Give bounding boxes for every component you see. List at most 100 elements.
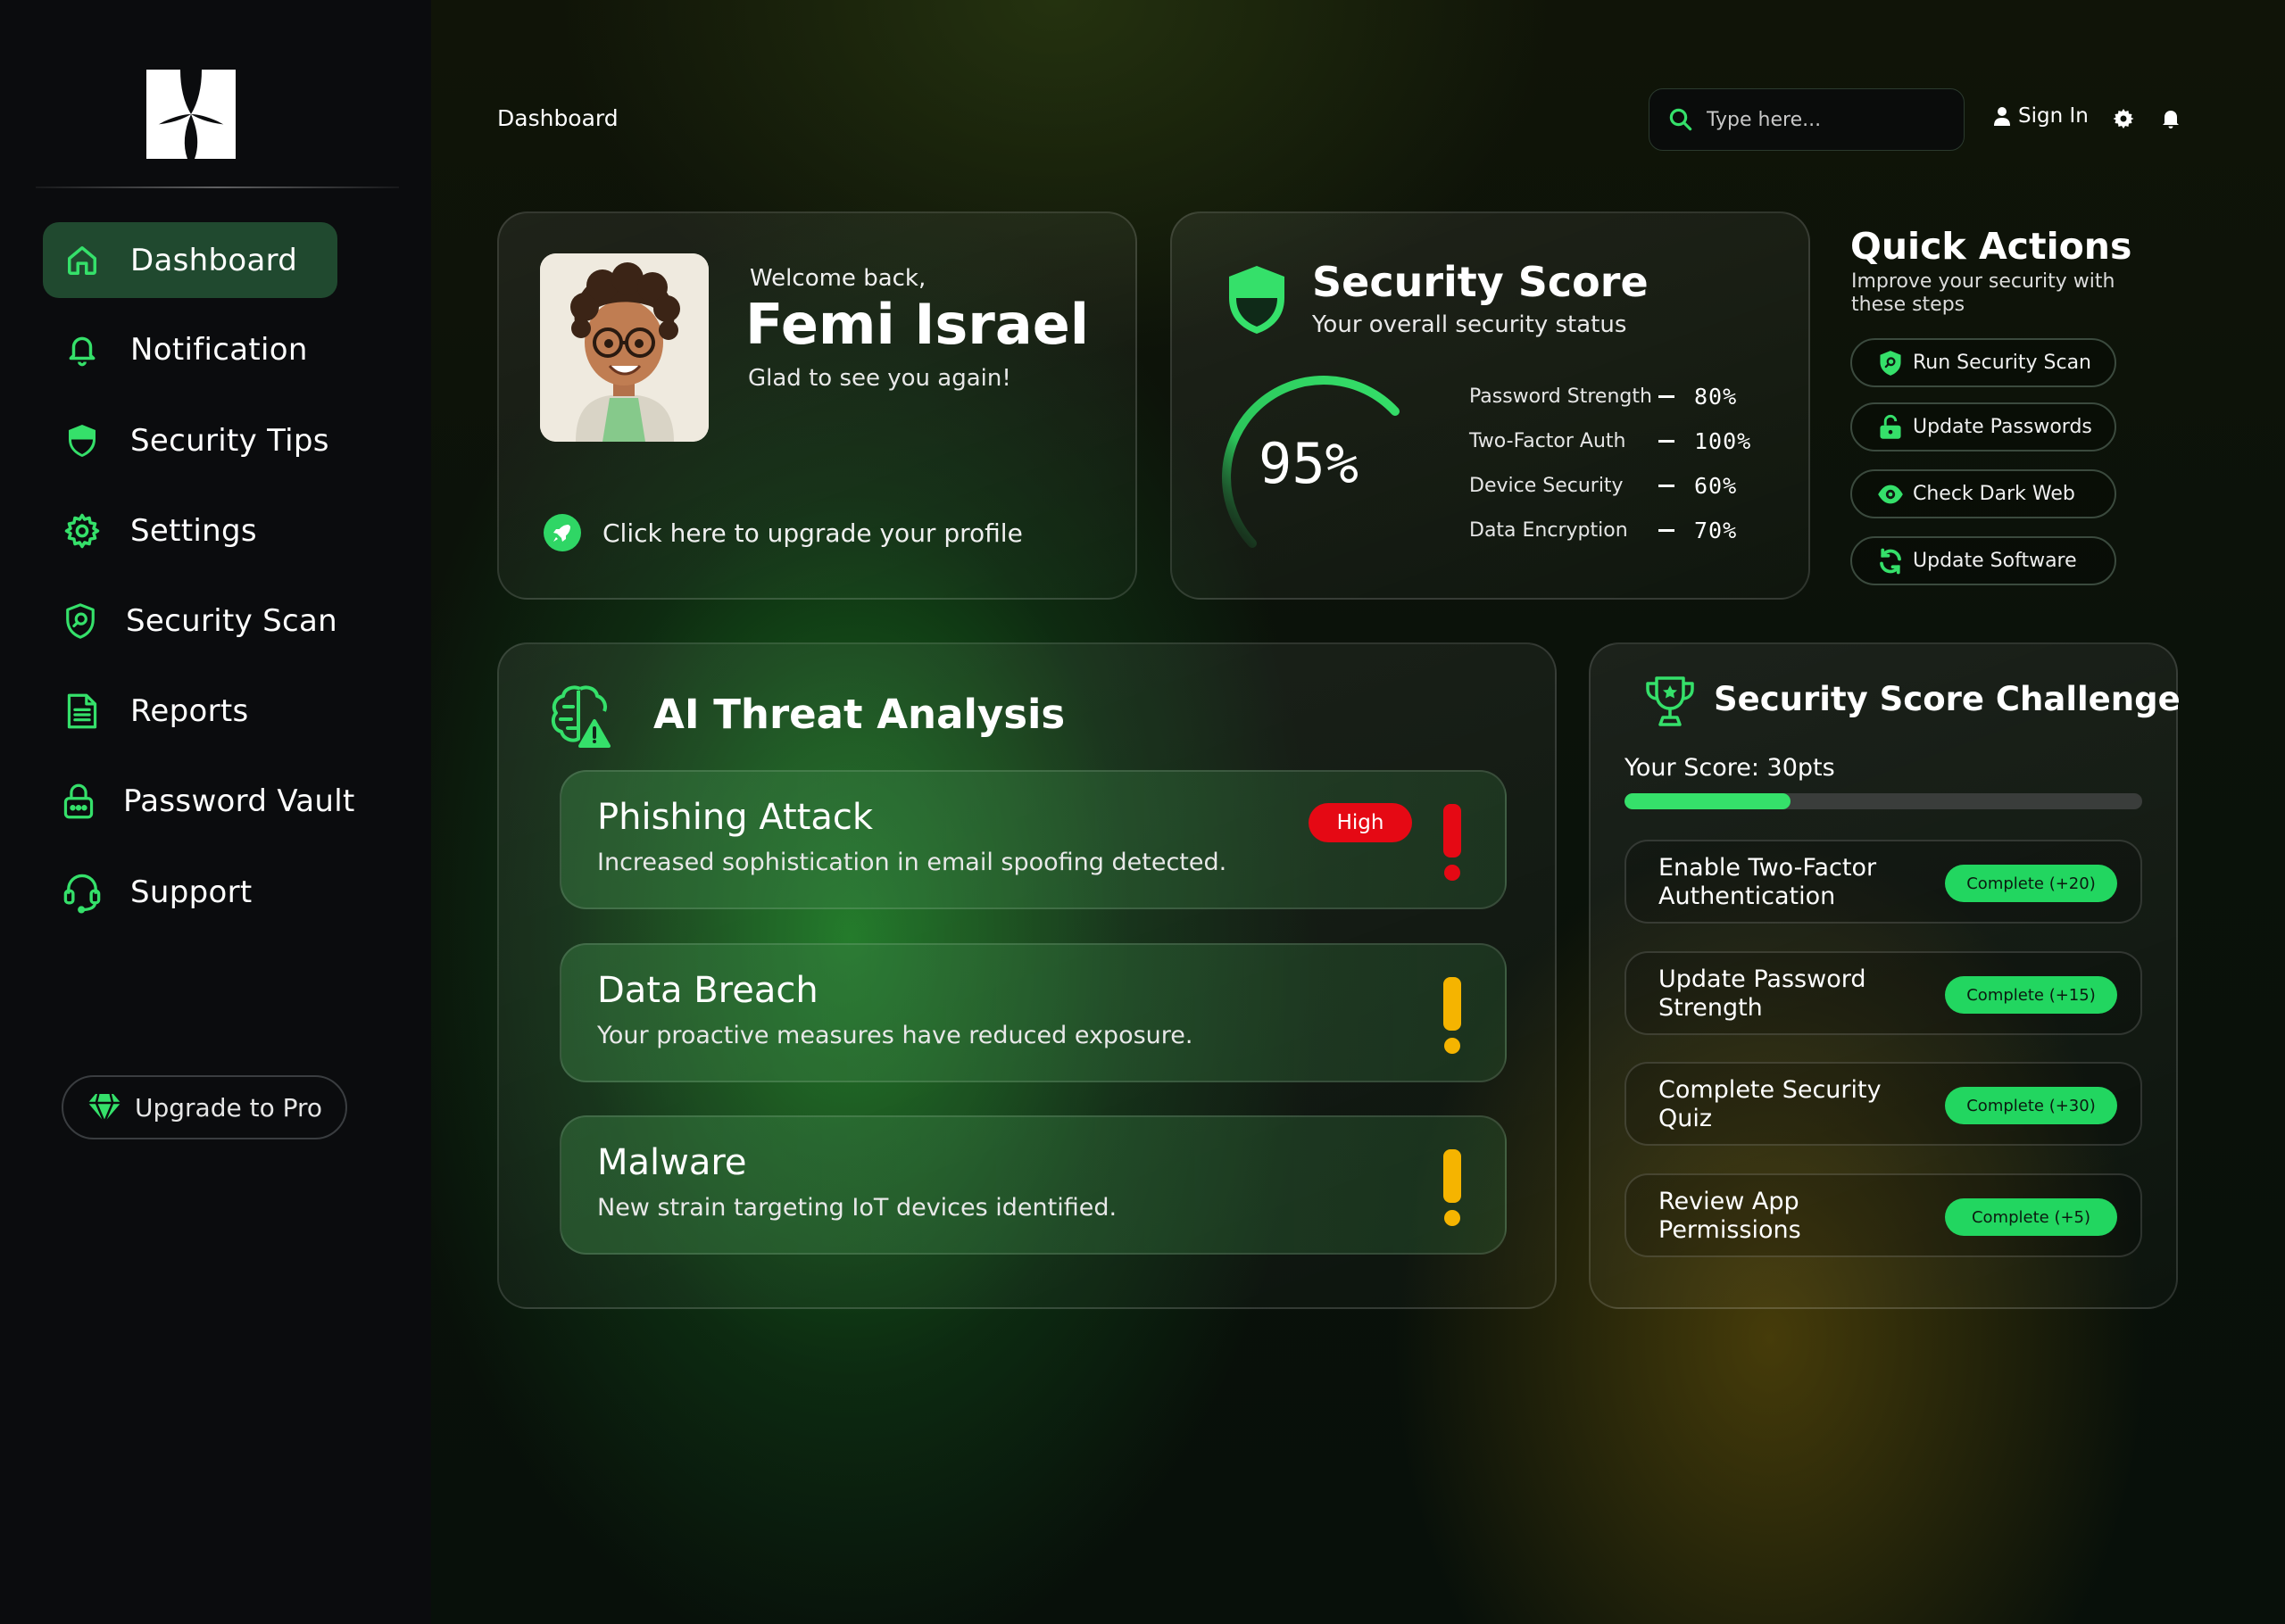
challenge-name: Enable Two-Factor Authentication [1658,854,1877,910]
home-icon [62,241,102,280]
metric-value: 60% [1694,473,1738,499]
alert-exclamation-icon [1443,804,1461,881]
challenge-item: Enable Two-Factor Authentication Complet… [1624,840,2142,924]
metric-value: 100% [1694,428,1752,454]
trophy-icon [1646,676,1694,726]
metric-row: Device Security 60% [1469,468,1791,512]
challenge-name: Complete Security Quiz [1658,1076,1882,1132]
security-score-challenge-card: Security Score Challenge Your Score: 30p… [1589,642,2181,1309]
metric-row: Two-Factor Auth 100% [1469,423,1791,468]
search-input[interactable] [1707,108,1939,131]
severity-badge: High [1309,803,1412,842]
sidebar-item-label: Password Vault [123,783,355,819]
sidebar-item-security-tips[interactable]: Security Tips [43,402,337,478]
metric-dash [1658,395,1674,398]
gear-icon [62,511,102,551]
sidebar-item-label: Notification [130,331,308,368]
app-logo[interactable] [146,70,236,159]
metric-row: Data Encryption 70% [1469,512,1791,557]
challenge-item: Review App Permissions Complete (+5) [1624,1173,2142,1257]
check-dark-web-button[interactable]: Check Dark Web [1850,469,2116,518]
metric-dash [1658,529,1674,532]
challenge-item: Complete Security Quiz Complete (+30) [1624,1062,2142,1146]
sidebar-item-reports[interactable]: Reports [43,673,337,749]
threat-name: Data Breach [597,970,818,1011]
search-bar[interactable] [1649,88,1965,151]
threat-name: Malware [597,1142,747,1183]
sidebar-item-label: Settings [130,512,257,549]
rocket-icon [544,514,581,551]
threat-description: Increased sophistication in email spoofi… [597,849,1227,876]
shield-icon [62,421,102,460]
shield-icon [1229,266,1284,334]
threat-analysis-title: AI Threat Analysis [653,691,1066,738]
sidebar-item-notification[interactable]: Notification [43,311,337,387]
update-passwords-button[interactable]: Update Passwords [1850,402,2116,452]
complete-button[interactable]: Complete (+15) [1945,976,2117,1014]
threat-item-data-breach[interactable]: Data Breach Your proactive measures have… [560,943,1507,1082]
sidebar-item-label: Dashboard [130,242,298,278]
diamond-icon [87,1093,121,1125]
challenge-name: Update Password Strength [1658,965,1866,1022]
bell-icon [62,330,102,369]
complete-button[interactable]: Complete (+20) [1945,865,2117,902]
metric-row: Password Strength 80% [1469,378,1791,423]
brain-alert-icon [551,685,611,748]
threat-item-phishing[interactable]: Phishing Attack Increased sophistication… [560,770,1507,909]
metric-label: Device Security [1469,475,1624,497]
metric-value: 70% [1694,518,1738,543]
avatar[interactable] [540,253,709,442]
threat-item-malware[interactable]: Malware New strain targeting IoT devices… [560,1115,1507,1255]
score-gauge: 95% [1222,376,1400,548]
complete-button[interactable]: Complete (+30) [1945,1087,2117,1124]
security-score-title: Security Score [1312,258,1649,306]
score-progress-fill [1624,793,1791,809]
eye-icon [1878,485,1903,503]
upgrade-profile-label: Click here to upgrade your profile [602,518,1023,548]
avatar-illustration [540,253,709,442]
sidebar-item-label: Security Tips [130,422,329,459]
quick-action-label: Update Software [1913,550,2077,572]
lock-icon [62,782,95,821]
quick-actions-title: Quick Actions [1850,225,2132,268]
upgrade-profile-link[interactable]: Click here to upgrade your profile [544,514,1023,551]
sidebar-item-security-scan[interactable]: Security Scan [43,583,337,659]
sidebar: Dashboard Notification Security Tips Set… [0,0,431,1624]
score-progress-bar [1624,793,2142,809]
challenge-item: Update Password Strength Complete (+15) [1624,951,2142,1035]
metric-value: 80% [1694,384,1738,410]
metric-dash [1658,485,1674,487]
your-score: Your Score: 30pts [1624,754,1835,782]
sidebar-item-label: Security Scan [126,602,337,639]
sign-in-button[interactable]: Sign In [1993,104,2089,128]
warning-exclamation-icon [1443,977,1461,1054]
sidebar-item-label: Reports [130,692,249,729]
upgrade-to-pro-button[interactable]: Upgrade to Pro [62,1075,347,1139]
notification-bell-icon[interactable] [2160,108,2181,129]
unlock-icon [1880,414,1901,439]
run-security-scan-button[interactable]: Run Security Scan [1850,338,2116,387]
threat-name: Phishing Attack [597,797,874,838]
threat-description: New strain targeting IoT devices identif… [597,1194,1118,1222]
security-score-subtitle: Your overall security status [1312,311,1627,338]
sidebar-item-support[interactable]: Support [43,854,337,930]
user-name: Femi Israel [745,292,1090,357]
metric-label: Password Strength [1469,385,1652,408]
welcome-card: Welcome back, Femi Israel Glad to see yo… [497,211,1137,600]
quick-action-label: Run Security Scan [1913,352,2091,374]
sidebar-item-password-vault[interactable]: Password Vault [43,763,354,839]
score-metrics: Password Strength 80% Two-Factor Auth 100%… [1469,378,1791,557]
challenge-name: Review App Permissions [1658,1188,1801,1244]
update-software-button[interactable]: Update Software [1850,536,2116,585]
shield-search-icon [62,601,97,641]
sidebar-item-settings[interactable]: Settings [43,493,337,568]
sidebar-item-dashboard[interactable]: Dashboard [43,222,337,298]
document-icon [62,692,102,731]
welcome-subtitle: Glad to see you again! [748,365,1011,392]
metric-label: Two-Factor Auth [1469,430,1626,452]
score-value: 95% [1259,431,1359,496]
sidebar-item-label: Support [130,874,253,910]
security-score-card: Security Score Your overall security sta… [1170,211,1810,600]
complete-button[interactable]: Complete (+5) [1945,1198,2117,1236]
settings-gear-icon[interactable] [2113,108,2134,129]
